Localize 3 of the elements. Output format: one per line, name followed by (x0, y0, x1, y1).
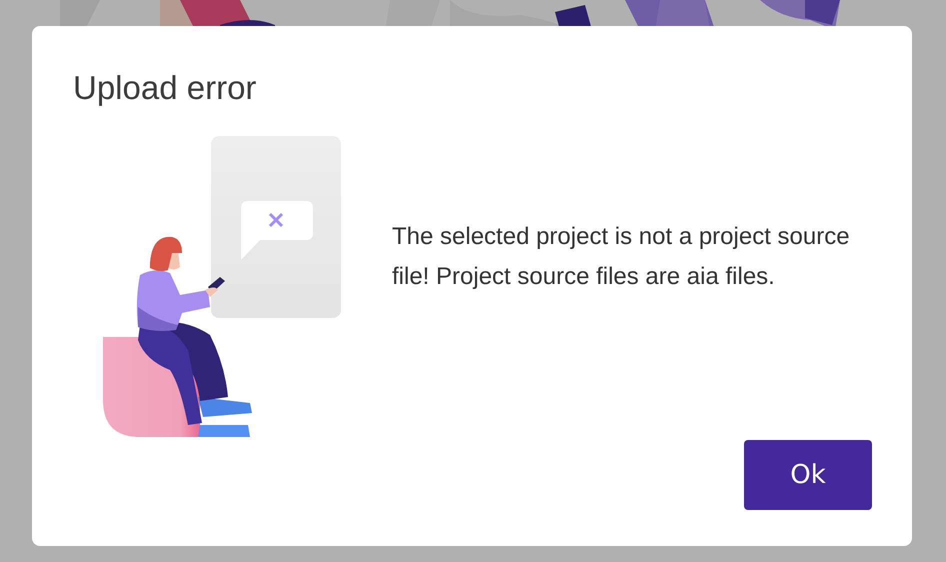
dialog-title: Upload error (73, 68, 256, 108)
ok-button[interactable]: Ok (744, 440, 872, 510)
error-message: The selected project is not a project source file! Project source files are aia files. (392, 222, 851, 292)
